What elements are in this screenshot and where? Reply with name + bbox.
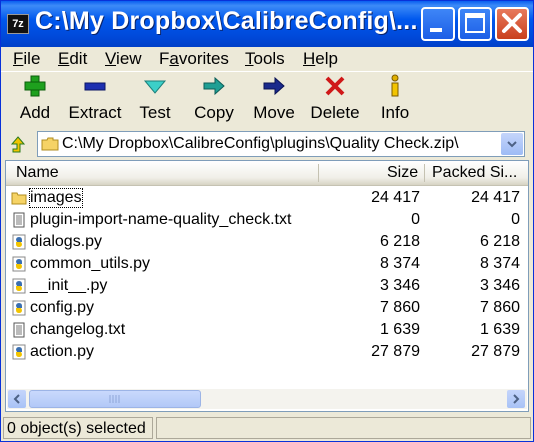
menu-tools[interactable]: Tools (245, 49, 285, 69)
menu-file[interactable]: File (13, 49, 40, 69)
file-size: 8 374 (379, 255, 420, 272)
address-combobox[interactable]: C:\My Dropbox\CalibreConfig\plugins\Qual… (37, 131, 525, 157)
toolbar: Add Extract Test Copy Move Delete Info (1, 71, 533, 128)
main-window: 7z C:\My Dropbox\CalibreConfig\... File … (0, 0, 534, 442)
delete-button[interactable]: Delete (309, 74, 361, 123)
file-name: images (29, 188, 83, 208)
up-folder-icon[interactable] (9, 136, 27, 154)
minus-icon (84, 82, 106, 91)
scroll-thumb[interactable] (29, 390, 201, 408)
status-selected: 0 object(s) selected (3, 417, 153, 439)
info-icon (391, 74, 399, 97)
extract-button[interactable]: Extract (67, 74, 123, 123)
test-button[interactable]: Test (137, 74, 173, 123)
zip-folder-icon (41, 137, 59, 151)
move-arrow-icon (263, 76, 285, 96)
file-packed-size: 3 346 (479, 277, 520, 294)
file-name: __init__.py (30, 277, 108, 294)
python-file-icon (11, 278, 27, 294)
file-name: action.py (30, 343, 95, 360)
file-row[interactable]: __init__.py 3 346 3 346 (6, 275, 528, 297)
copy-arrow-icon (203, 76, 225, 96)
address-dropdown[interactable] (501, 133, 523, 155)
maximize-icon (465, 13, 485, 33)
file-packed-size: 7 860 (479, 299, 520, 316)
file-row[interactable]: dialogs.py 6 218 6 218 (6, 231, 528, 253)
file-size: 24 417 (371, 189, 420, 206)
file-packed-size: 6 218 (479, 233, 520, 250)
chevron-right-icon (513, 394, 520, 404)
file-size: 6 218 (379, 233, 420, 250)
file-row[interactable]: plugin-import-name-quality_check.txt 0 0 (6, 209, 528, 231)
file-row[interactable]: common_utils.py 8 374 8 374 (6, 253, 528, 275)
file-row[interactable]: images 24 417 24 417 (6, 187, 528, 209)
file-row[interactable]: changelog.txt 1 639 1 639 (6, 319, 528, 341)
title-bar[interactable]: 7z C:\My Dropbox\CalibreConfig\... (1, 1, 533, 47)
text-file-icon (11, 212, 27, 228)
folder-icon (11, 190, 27, 206)
close-icon (502, 13, 522, 33)
menu-favorites[interactable]: Favorites (159, 49, 229, 69)
copy-button[interactable]: Copy (194, 74, 234, 123)
file-name: config.py (30, 299, 95, 316)
column-header: Name Size Packed Si... (6, 161, 528, 186)
scroll-left-button[interactable] (8, 390, 26, 408)
column-size[interactable]: Size (387, 164, 418, 182)
file-list[interactable]: Name Size Packed Si... images 24 417 24 41… (5, 160, 529, 412)
horizontal-scrollbar[interactable] (7, 389, 527, 409)
column-name[interactable]: Name (16, 164, 59, 182)
check-icon (143, 80, 167, 94)
python-file-icon (11, 256, 27, 272)
menu-help[interactable]: Help (303, 49, 338, 69)
maximize-button[interactable] (458, 7, 492, 41)
file-size: 7 860 (379, 299, 420, 316)
file-packed-size: 8 374 (479, 255, 520, 272)
app-icon[interactable]: 7z (7, 14, 29, 34)
column-separator[interactable] (318, 164, 319, 182)
add-button[interactable]: Add (19, 74, 51, 123)
file-row[interactable]: action.py 27 879 27 879 (6, 341, 528, 363)
status-pane (156, 417, 531, 439)
python-file-icon (11, 300, 27, 316)
file-size: 1 639 (379, 321, 420, 338)
chevron-down-icon (507, 141, 517, 148)
file-size: 0 (411, 211, 420, 228)
grip-icon (109, 395, 120, 403)
file-name: plugin-import-name-quality_check.txt (30, 211, 292, 228)
menu-bar: File Edit View Favorites Tools Help (1, 47, 533, 69)
delete-x-icon (325, 76, 345, 96)
text-file-icon (11, 322, 27, 338)
file-name: common_utils.py (30, 255, 151, 272)
address-path: C:\My Dropbox\CalibreConfig\plugins\Qual… (62, 135, 459, 152)
file-size: 3 346 (379, 277, 420, 294)
file-name: dialogs.py (30, 233, 103, 250)
scroll-right-button[interactable] (507, 390, 525, 408)
file-packed-size: 1 639 (479, 321, 520, 338)
chevron-left-icon (13, 394, 20, 404)
file-size: 27 879 (371, 343, 420, 360)
file-packed-size: 0 (511, 211, 520, 228)
menu-edit[interactable]: Edit (58, 49, 87, 69)
column-separator[interactable] (424, 164, 425, 182)
address-bar: C:\My Dropbox\CalibreConfig\plugins\Qual… (1, 129, 533, 159)
plus-icon (24, 75, 46, 97)
python-file-icon (11, 234, 27, 250)
move-button[interactable]: Move (253, 74, 295, 123)
minimize-icon (430, 28, 442, 32)
info-button[interactable]: Info (379, 74, 411, 123)
python-file-icon (11, 344, 27, 360)
file-packed-size: 27 879 (471, 343, 520, 360)
menu-view[interactable]: View (105, 49, 142, 69)
window-title: C:\My Dropbox\CalibreConfig\... (35, 7, 418, 35)
file-packed-size: 24 417 (471, 189, 520, 206)
file-name: changelog.txt (30, 321, 126, 338)
minimize-button[interactable] (421, 7, 455, 41)
column-packed-size[interactable]: Packed Si... (432, 164, 517, 182)
file-row[interactable]: config.py 7 860 7 860 (6, 297, 528, 319)
status-bar: 0 object(s) selected (1, 415, 533, 441)
close-button[interactable] (495, 7, 529, 41)
